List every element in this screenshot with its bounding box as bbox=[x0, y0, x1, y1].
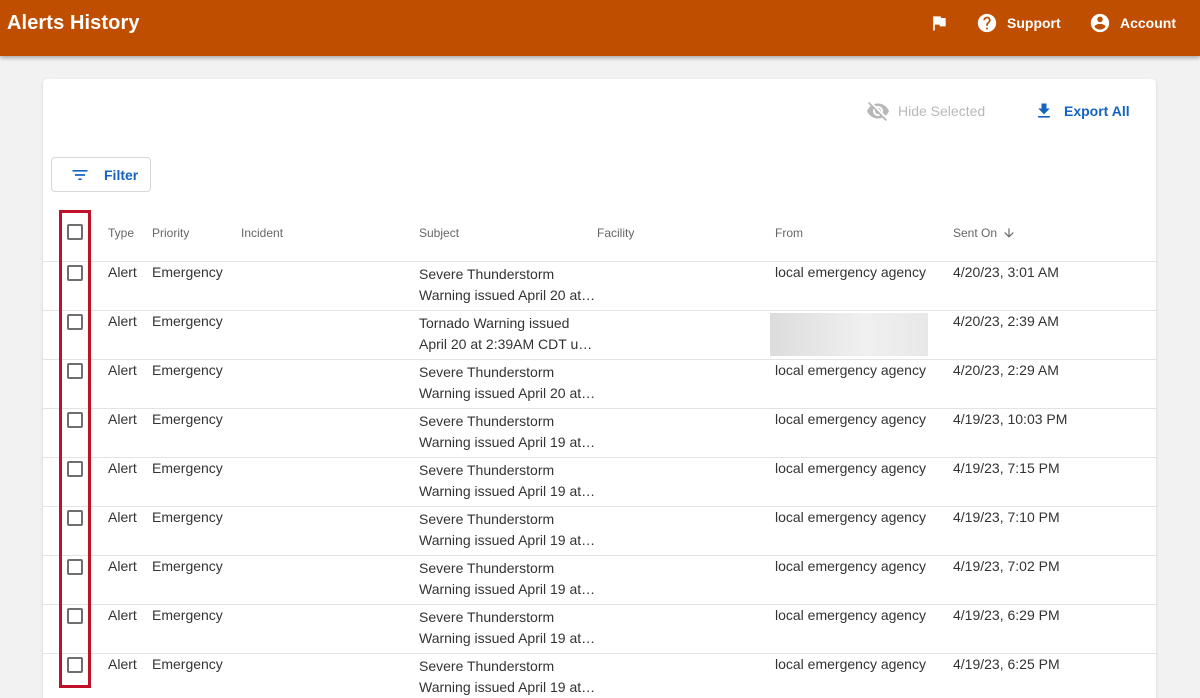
subject-line-1: Tornado Warning issued bbox=[419, 315, 570, 331]
cell-sent-on: 4/19/23, 7:02 PM bbox=[953, 558, 1060, 574]
cell-sent-on: 4/20/23, 3:01 AM bbox=[953, 264, 1059, 280]
subject-line-2: Warning issued April 19 at 7:15PM CDT un… bbox=[419, 483, 599, 499]
hide-selected-button[interactable]: Hide Selected bbox=[866, 99, 985, 123]
cell-subject: Severe Thunderstorm Warning issued April … bbox=[419, 558, 599, 604]
cell-priority: Emergency bbox=[152, 362, 223, 378]
cell-priority: Emergency bbox=[152, 656, 223, 672]
subject-line-2: Warning issued April 19 at 10:03PM CDT u… bbox=[419, 434, 599, 450]
column-header-facility[interactable]: Facility bbox=[597, 226, 634, 240]
cell-from: local emergency agency bbox=[775, 460, 926, 476]
cell-type: Alert bbox=[108, 607, 137, 623]
column-header-from[interactable]: From bbox=[775, 226, 803, 240]
column-header-incident[interactable]: Incident bbox=[241, 226, 283, 240]
filter-label: Filter bbox=[104, 166, 139, 183]
cell-type: Alert bbox=[108, 264, 137, 280]
help-circle-icon bbox=[977, 13, 997, 33]
cell-subject: Severe Thunderstorm Warning issued April … bbox=[419, 656, 599, 698]
table-row[interactable]: Alert Emergency Severe Thunderstorm Warni… bbox=[0, 555, 1200, 604]
cell-type: Alert bbox=[108, 411, 137, 427]
cell-priority: Emergency bbox=[152, 411, 223, 427]
subject-line-2: Warning issued April 19 at 7:02PM CDT un… bbox=[419, 581, 599, 597]
cell-type: Alert bbox=[108, 460, 137, 476]
subject-line-2: Warning issued April 19 at 6:25PM CDT un… bbox=[419, 679, 599, 695]
export-all-button[interactable]: Export All bbox=[1034, 99, 1130, 123]
cell-subject: Severe Thunderstorm Warning issued April … bbox=[419, 362, 599, 408]
redacted-sender bbox=[770, 313, 928, 356]
cell-sent-on: 4/19/23, 6:25 PM bbox=[953, 656, 1060, 672]
cell-sent-on: 4/19/23, 6:29 PM bbox=[953, 607, 1060, 623]
cell-type: Alert bbox=[108, 362, 137, 378]
cell-priority: Emergency bbox=[152, 460, 223, 476]
subject-line-1: Severe Thunderstorm bbox=[419, 413, 555, 429]
checkbox-column-highlight bbox=[59, 210, 91, 688]
cell-sent-on: 4/20/23, 2:39 AM bbox=[953, 313, 1059, 329]
cell-priority: Emergency bbox=[152, 313, 223, 329]
subject-line-1: Severe Thunderstorm bbox=[419, 560, 555, 576]
table-row[interactable]: Alert Emergency Severe Thunderstorm Warni… bbox=[0, 408, 1200, 457]
table-row[interactable]: Alert Emergency Severe Thunderstorm Warni… bbox=[0, 604, 1200, 653]
cell-from: local emergency agency bbox=[775, 509, 926, 525]
cell-sent-on: 4/20/23, 2:29 AM bbox=[953, 362, 1059, 378]
account-label: Account bbox=[1120, 15, 1176, 31]
subject-line-2: Warning issued April 20 at 2:29AM CDT un… bbox=[419, 385, 599, 401]
subject-line-2: Warning issued April 19 at 7:10PM CDT un… bbox=[419, 532, 599, 548]
cell-type: Alert bbox=[108, 313, 137, 329]
arrow-down-icon[interactable] bbox=[1002, 226, 1016, 245]
subject-line-1: Severe Thunderstorm bbox=[419, 511, 555, 527]
cell-subject: Severe Thunderstorm Warning issued April … bbox=[419, 460, 599, 506]
subject-line-1: Severe Thunderstorm bbox=[419, 609, 555, 625]
cell-sent-on: 4/19/23, 7:10 PM bbox=[953, 509, 1060, 525]
filter-list-icon bbox=[72, 169, 88, 180]
cell-sent-on: 4/19/23, 7:15 PM bbox=[953, 460, 1060, 476]
cell-priority: Emergency bbox=[152, 558, 223, 574]
account-button[interactable]: Account bbox=[1089, 11, 1176, 35]
cell-type: Alert bbox=[108, 558, 137, 574]
download-icon bbox=[1038, 103, 1050, 118]
export-all-label: Export All bbox=[1064, 103, 1130, 119]
cell-priority: Emergency bbox=[152, 509, 223, 525]
cell-priority: Emergency bbox=[152, 264, 223, 280]
cell-subject: Tornado Warning issued April 20 at 2:39AM… bbox=[419, 313, 599, 359]
cell-from: local emergency agency bbox=[775, 264, 926, 280]
subject-line-1: Severe Thunderstorm bbox=[419, 658, 555, 674]
subject-line-2: Warning issued April 20 at 3:01AM CDT un… bbox=[419, 287, 599, 303]
column-header-priority[interactable]: Priority bbox=[152, 226, 189, 240]
cell-from: local emergency agency bbox=[775, 362, 926, 378]
subject-line-1: Severe Thunderstorm bbox=[419, 462, 555, 478]
cell-from: local emergency agency bbox=[775, 558, 926, 574]
cell-subject: Severe Thunderstorm Warning issued April … bbox=[419, 411, 599, 457]
table-row[interactable]: Alert Emergency Severe Thunderstorm Warni… bbox=[0, 359, 1200, 408]
column-header-subject[interactable]: Subject bbox=[419, 226, 459, 240]
cell-sent-on: 4/19/23, 10:03 PM bbox=[953, 411, 1068, 427]
table-row[interactable]: Alert Emergency Severe Thunderstorm Warni… bbox=[0, 457, 1200, 506]
visibility-off-icon bbox=[867, 102, 889, 121]
support-button[interactable]: Support bbox=[976, 11, 1061, 35]
cell-subject: Severe Thunderstorm Warning issued April … bbox=[419, 607, 599, 653]
column-header-type[interactable]: Type bbox=[108, 226, 134, 240]
cell-from: local emergency agency bbox=[775, 607, 926, 623]
cell-subject: Severe Thunderstorm Warning issued April … bbox=[419, 264, 599, 310]
subject-line-2: Warning issued April 19 at 6:29PM CDT un… bbox=[419, 630, 599, 646]
table-row[interactable]: Alert Emergency Tornado Warning issued Ap… bbox=[0, 310, 1200, 359]
filter-button[interactable]: Filter bbox=[51, 157, 151, 192]
account-circle-icon bbox=[1090, 13, 1110, 33]
page-title: Alerts History bbox=[7, 12, 140, 34]
cell-from: local emergency agency bbox=[775, 656, 926, 672]
cell-from: local emergency agency bbox=[775, 411, 926, 427]
cell-priority: Emergency bbox=[152, 607, 223, 623]
cell-type: Alert bbox=[108, 509, 137, 525]
table-row[interactable]: Alert Emergency Severe Thunderstorm Warni… bbox=[0, 506, 1200, 555]
table-row[interactable]: Alert Emergency Severe Thunderstorm Warni… bbox=[0, 261, 1200, 310]
flag-icon[interactable] bbox=[929, 13, 949, 33]
cell-type: Alert bbox=[108, 656, 137, 672]
subject-line-1: Severe Thunderstorm bbox=[419, 266, 555, 282]
cell-subject: Severe Thunderstorm Warning issued April … bbox=[419, 509, 599, 555]
support-label: Support bbox=[1007, 15, 1061, 31]
subject-line-1: Severe Thunderstorm bbox=[419, 364, 555, 380]
table-row[interactable]: Alert Emergency Severe Thunderstorm Warni… bbox=[0, 653, 1200, 698]
subject-line-2: April 20 at 2:39AM CDT until April 20 at… bbox=[419, 336, 599, 352]
hide-selected-label: Hide Selected bbox=[898, 103, 986, 119]
column-header-sent-on[interactable]: Sent On bbox=[953, 226, 997, 240]
